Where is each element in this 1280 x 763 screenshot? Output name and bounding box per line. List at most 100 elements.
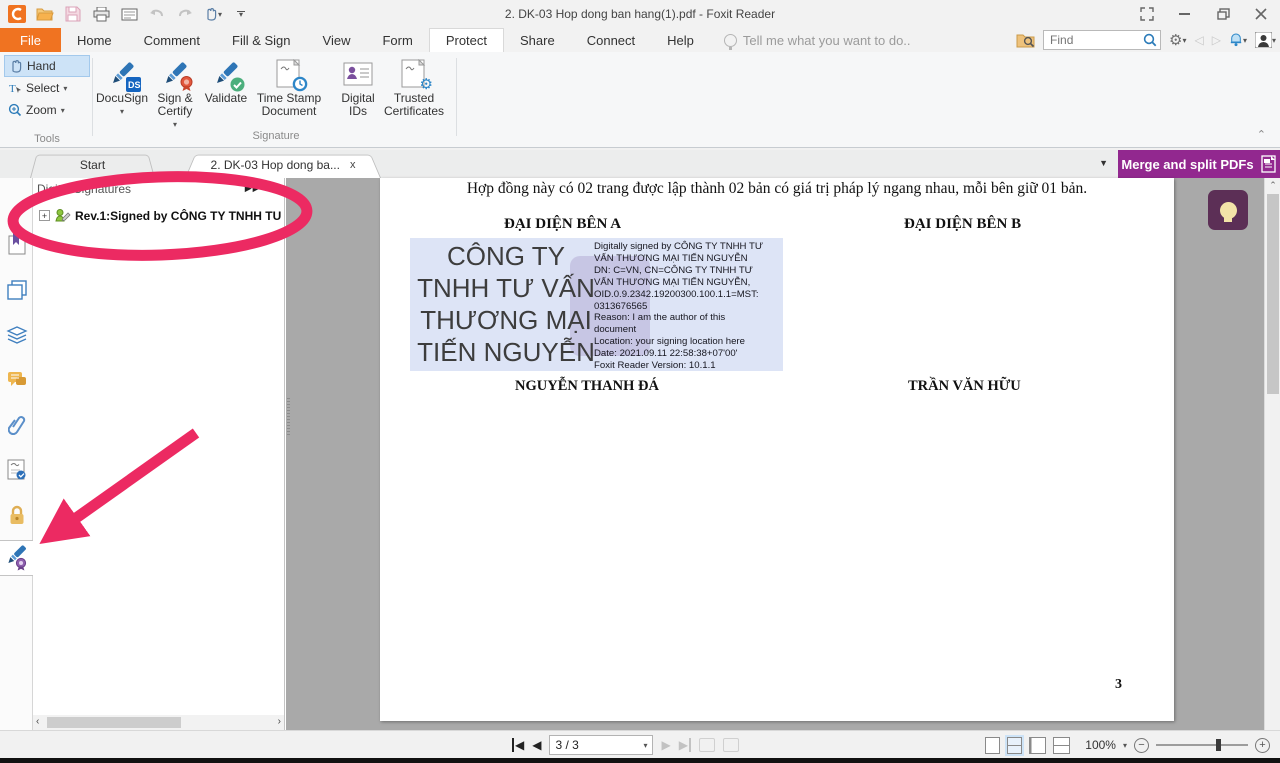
tab-share[interactable]: Share: [504, 28, 571, 52]
nav-forward-button[interactable]: ▷: [1212, 33, 1221, 47]
fullscreen-button[interactable]: [1128, 0, 1166, 28]
zoom-dropdown-icon[interactable]: ▾: [1123, 741, 1127, 750]
document-vertical-scrollbar[interactable]: ⌃: [1264, 178, 1280, 730]
tab-comment[interactable]: Comment: [128, 28, 216, 52]
search-icon[interactable]: [1143, 33, 1157, 47]
validate-button[interactable]: Validate: [203, 56, 249, 105]
previous-page-button[interactable]: ◀: [532, 738, 541, 752]
tab-connect[interactable]: Connect: [571, 28, 651, 52]
email-button[interactable]: [118, 4, 140, 24]
previous-view-button[interactable]: [699, 738, 715, 752]
trusted-certificates-button[interactable]: ⚙ Trusted Certificates: [382, 56, 446, 118]
open-file-button[interactable]: [34, 4, 56, 24]
first-page-button[interactable]: ◀: [512, 738, 524, 752]
tab-file[interactable]: File: [0, 28, 61, 52]
zoom-tool-button[interactable]: Zoom▾: [4, 99, 90, 121]
collapse-ribbon-button[interactable]: ⌃: [1257, 128, 1266, 141]
restore-button[interactable]: [1204, 0, 1242, 28]
page-number-box[interactable]: 3 / 3 ▾: [549, 735, 653, 755]
digital-ids-label: Digital IDs: [338, 92, 378, 118]
tab-form[interactable]: Form: [366, 28, 428, 52]
svg-text:DS: DS: [128, 80, 141, 90]
user-avatar-button[interactable]: ▾: [1255, 32, 1276, 48]
validate-icon: [209, 56, 243, 92]
hand-tool-dropdown-button[interactable]: ▾: [202, 4, 224, 24]
scroll-right-icon[interactable]: ›: [278, 716, 281, 727]
continuous-facing-view-button[interactable]: [1053, 737, 1070, 754]
merge-split-pdfs-button[interactable]: Merge and split PDFs: [1118, 150, 1280, 178]
panel-collapse-icon[interactable]: ◀: [270, 183, 278, 193]
hand-label: Hand: [27, 59, 56, 73]
lock-icon: [8, 505, 26, 525]
next-view-button[interactable]: [723, 738, 739, 752]
tab-document[interactable]: 2. DK-03 Hop dong ba... x: [185, 152, 381, 178]
digital-ids-button[interactable]: Digital IDs: [338, 56, 378, 118]
security-panel-button[interactable]: [0, 497, 33, 533]
validate-label: Validate: [205, 92, 247, 105]
notification-bell-button[interactable]: ▾: [1229, 33, 1247, 47]
signed-document-panel-button[interactable]: [0, 452, 33, 488]
tab-home[interactable]: Home: [61, 28, 128, 52]
zoom-out-button[interactable]: −: [1134, 738, 1149, 753]
nav-back-button[interactable]: ◁: [1195, 33, 1204, 47]
select-tool-button[interactable]: T Select▾: [4, 77, 90, 99]
merge-split-label: Merge and split PDFs: [1121, 157, 1253, 172]
scroll-up-icon[interactable]: ⌃: [1265, 180, 1280, 191]
scrollbar-thumb[interactable]: [47, 717, 181, 728]
select-label: Select: [26, 81, 59, 95]
digital-signatures-panel-button[interactable]: [0, 540, 34, 576]
timestamp-label: Time Stamp Document: [254, 92, 324, 118]
assistant-lightbulb-button[interactable]: [1208, 190, 1248, 230]
party-b-heading: ĐẠI DIỆN BÊN B: [904, 216, 1021, 233]
undo-button[interactable]: [146, 4, 168, 24]
redo-button[interactable]: [174, 4, 196, 24]
bookmarks-panel-button[interactable]: [0, 226, 33, 262]
docusign-button[interactable]: DS DocuSign ▾: [96, 56, 148, 118]
expand-node-icon[interactable]: +: [39, 210, 50, 221]
digital-signature-stamp[interactable]: CÔNG TY TNHH TƯ VẤN THƯƠNG MẠI TIẾN NGUY…: [410, 238, 783, 371]
save-button[interactable]: [62, 4, 84, 24]
scrollbar-thumb[interactable]: [1267, 194, 1279, 394]
print-button[interactable]: [90, 4, 112, 24]
signature-group-label: Signature: [96, 130, 456, 142]
tab-fill-sign[interactable]: Fill & Sign: [216, 28, 307, 52]
sign-certify-icon: [158, 56, 192, 92]
close-button[interactable]: [1242, 0, 1280, 28]
panel-horizontal-scrollbar[interactable]: ‹ ›: [33, 715, 284, 730]
pages-panel-button[interactable]: [0, 272, 33, 308]
zoom-slider-handle[interactable]: [1216, 739, 1221, 751]
single-page-view-button[interactable]: [985, 737, 1000, 754]
last-page-button[interactable]: ▶: [679, 738, 691, 752]
hand-icon: [9, 59, 23, 73]
panel-dock-icon[interactable]: ▶▶: [245, 183, 261, 193]
close-tab-icon[interactable]: x: [350, 159, 356, 171]
tab-list-dropdown[interactable]: ▼: [1099, 158, 1108, 168]
hand-tool-button[interactable]: Hand: [4, 55, 90, 77]
tell-me-search[interactable]: Tell me what you want to do..: [710, 28, 911, 52]
settings-gear-button[interactable]: ⚙▾: [1169, 31, 1186, 49]
tab-help[interactable]: Help: [651, 28, 710, 52]
next-page-button[interactable]: ▶: [661, 738, 670, 752]
comments-icon: [7, 371, 27, 389]
foxit-logo-icon: [6, 4, 28, 24]
tab-start[interactable]: Start: [30, 152, 155, 178]
comments-panel-button[interactable]: [0, 362, 33, 398]
docusign-icon: DS: [105, 56, 139, 92]
panel-splitter-handle[interactable]: [286, 398, 291, 436]
attachments-panel-button[interactable]: [0, 407, 33, 443]
scroll-left-icon[interactable]: ‹: [36, 716, 39, 727]
signature-tree-item[interactable]: + Rev.1:Signed by CÔNG TY TNHH TU: [39, 208, 281, 223]
minimize-button[interactable]: [1166, 0, 1204, 28]
zoom-slider[interactable]: [1156, 744, 1248, 746]
timestamp-button[interactable]: Time Stamp Document: [254, 56, 324, 118]
continuous-view-button[interactable]: [1007, 737, 1022, 754]
zoom-in-button[interactable]: +: [1255, 738, 1270, 753]
tab-protect[interactable]: Protect: [429, 28, 504, 52]
search-folder-icon[interactable]: [1016, 32, 1035, 48]
tab-view[interactable]: View: [307, 28, 367, 52]
facing-view-button[interactable]: [1029, 737, 1046, 754]
sign-certify-button[interactable]: Sign & Certify ▾: [150, 56, 200, 131]
customize-toolbar-button[interactable]: ▾: [230, 4, 252, 24]
page-dropdown-icon[interactable]: ▾: [643, 741, 647, 750]
layers-panel-button[interactable]: [0, 317, 33, 353]
